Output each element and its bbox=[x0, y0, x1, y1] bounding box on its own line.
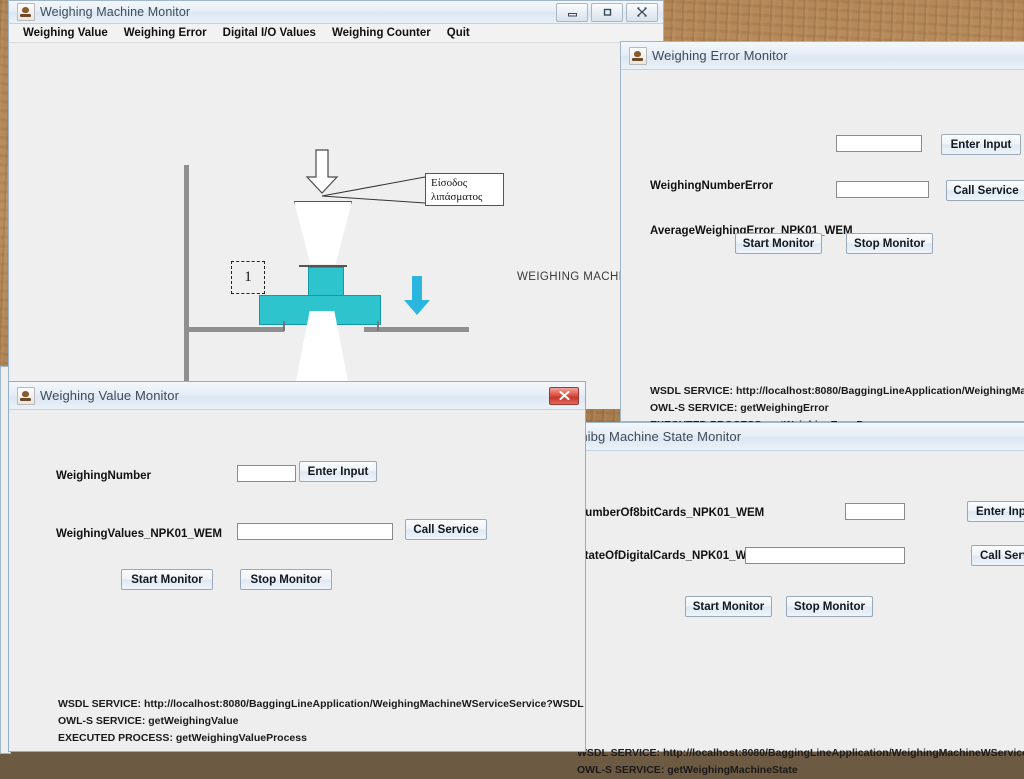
close-icon bbox=[559, 387, 570, 405]
number-of-8bit-cards-input[interactable] bbox=[845, 503, 905, 520]
diagram-vertical-mast bbox=[184, 165, 189, 390]
callout-line-2: λιπάσματος bbox=[431, 191, 483, 203]
state-start-monitor-button[interactable]: Start Monitor bbox=[685, 596, 772, 617]
value-wsdl-service-text: WSDL SERVICE: http://localhost:8080/Bagg… bbox=[58, 698, 584, 710]
state-owls-service-text: OWL-S SERVICE: getWeighingMachineState bbox=[577, 764, 798, 776]
value-window-close-button[interactable] bbox=[549, 386, 579, 405]
menu-item-digital-io-values[interactable]: Digital I/O Values bbox=[223, 27, 325, 39]
error-call-service-button[interactable]: Call Service bbox=[946, 180, 1024, 201]
menu-item-quit[interactable]: Quit bbox=[447, 27, 479, 39]
diagram-part-number-box: 1 bbox=[231, 261, 265, 294]
java-coffee-cup-icon bbox=[629, 46, 647, 65]
state-enter-input-button[interactable]: Enter Inp bbox=[967, 501, 1024, 522]
state-window-title: ghibg Machine State Monitor bbox=[573, 429, 742, 444]
diagram-part-number: 1 bbox=[244, 269, 252, 285]
weighing-values-input[interactable] bbox=[237, 523, 393, 540]
error-start-monitor-button[interactable]: Start Monitor bbox=[735, 233, 822, 254]
main-window-titlebar[interactable]: Weighing Machine Monitor bbox=[9, 1, 663, 24]
menu-item-weighing-counter[interactable]: Weighing Counter bbox=[332, 27, 440, 39]
error-owls-service-text: OWL-S SERVICE: getWeighingError bbox=[650, 402, 829, 414]
state-window-body: NumberOf8bitCards_NPK01_WEM Enter Inp St… bbox=[567, 451, 1024, 776]
state-call-service-button[interactable]: Call Serv bbox=[971, 545, 1024, 566]
minimize-icon bbox=[567, 8, 578, 17]
close-button[interactable] bbox=[626, 2, 658, 22]
average-weighing-error-input[interactable] bbox=[836, 181, 929, 198]
close-icon bbox=[636, 7, 648, 17]
java-coffee-cup-icon bbox=[17, 386, 35, 405]
diagram-leg-left bbox=[283, 321, 285, 331]
diagram-upper-hopper bbox=[294, 201, 352, 264]
value-executed-process-text: EXECUTED PROCESS: getWeighingValueProces… bbox=[58, 732, 307, 744]
weighing-number-label: WeighingNumber bbox=[56, 470, 151, 482]
maximize-icon bbox=[602, 7, 613, 17]
error-window-title: Weighing Error Monitor bbox=[652, 48, 788, 63]
state-wsdl-service-text: WSDL SERVICE: http://localhost:8080/Bagg… bbox=[577, 747, 1024, 759]
diagram-floor-right bbox=[364, 327, 469, 332]
value-window-body: WeighingNumber Enter Input WeighingValue… bbox=[9, 410, 585, 751]
error-stop-monitor-button[interactable]: Stop Monitor bbox=[846, 233, 933, 254]
value-window-titlebar[interactable]: Weighing Value Monitor bbox=[9, 382, 585, 410]
weighing-machine-state-monitor-window[interactable]: ghibg Machine State Monitor NumberOf8bit… bbox=[566, 422, 1024, 776]
weighing-values-label: WeighingValues_NPK01_WEM bbox=[56, 528, 222, 540]
weighing-machine-diagram-panel: 1 Είσοδος λιπάσματος WEIGHING MACHINE bbox=[9, 43, 663, 409]
diagram-leg-right bbox=[377, 321, 379, 331]
value-window-title: Weighing Value Monitor bbox=[40, 388, 180, 403]
number-of-8bit-cards-label: NumberOf8bitCards_NPK01_WEM bbox=[577, 507, 765, 519]
minimize-button[interactable] bbox=[556, 2, 588, 22]
weighing-number-error-input[interactable] bbox=[836, 135, 922, 152]
maximize-button[interactable] bbox=[591, 2, 623, 22]
state-window-titlebar[interactable]: ghibg Machine State Monitor bbox=[567, 423, 1024, 451]
weighing-number-input[interactable] bbox=[237, 465, 296, 482]
diagram-floor-left bbox=[184, 327, 284, 332]
error-wsdl-service-text: WSDL SERVICE: http://localhost:8080/Bagg… bbox=[650, 385, 1024, 397]
error-window-titlebar[interactable]: Weighing Error Monitor bbox=[621, 42, 1024, 70]
value-enter-input-button[interactable]: Enter Input bbox=[299, 461, 377, 482]
menu-item-weighing-value[interactable]: Weighing Value bbox=[23, 27, 117, 39]
weighing-error-monitor-window[interactable]: Weighing Error Monitor WeighingNumberErr… bbox=[620, 41, 1024, 431]
value-owls-service-text: OWL-S SERVICE: getWeighingValue bbox=[58, 715, 239, 727]
value-start-monitor-button[interactable]: Start Monitor bbox=[121, 569, 213, 590]
main-menubar[interactable]: Weighing Value Weighing Error Digital I/… bbox=[9, 24, 663, 43]
weighing-machine-monitor-window[interactable]: Weighing Machine Monitor Weighing Value … bbox=[8, 0, 664, 409]
state-of-digital-cards-label: StateOfDigitalCards_NPK01_WEM bbox=[577, 550, 764, 562]
value-call-service-button[interactable]: Call Service bbox=[405, 519, 487, 540]
value-stop-monitor-button[interactable]: Stop Monitor bbox=[240, 569, 332, 590]
java-coffee-cup-icon bbox=[17, 3, 35, 21]
output-down-arrow-icon bbox=[404, 276, 430, 315]
state-stop-monitor-button[interactable]: Stop Monitor bbox=[786, 596, 873, 617]
menu-item-weighing-error[interactable]: Weighing Error bbox=[124, 27, 216, 39]
callout-leader-line bbox=[321, 176, 426, 204]
main-window-title: Weighing Machine Monitor bbox=[40, 5, 191, 19]
weighing-value-monitor-window[interactable]: Weighing Value Monitor WeighingNumber En… bbox=[8, 381, 586, 752]
diagram-callout-box: Είσοδος λιπάσματος bbox=[425, 173, 504, 206]
error-window-body: WeighingNumberError Enter Input AverageW… bbox=[621, 70, 1024, 431]
error-enter-input-button[interactable]: Enter Input bbox=[941, 134, 1021, 155]
callout-line-1: Είσοδος bbox=[431, 177, 468, 189]
state-of-digital-cards-input[interactable] bbox=[745, 547, 905, 564]
weighing-number-error-label: WeighingNumberError bbox=[650, 180, 774, 192]
